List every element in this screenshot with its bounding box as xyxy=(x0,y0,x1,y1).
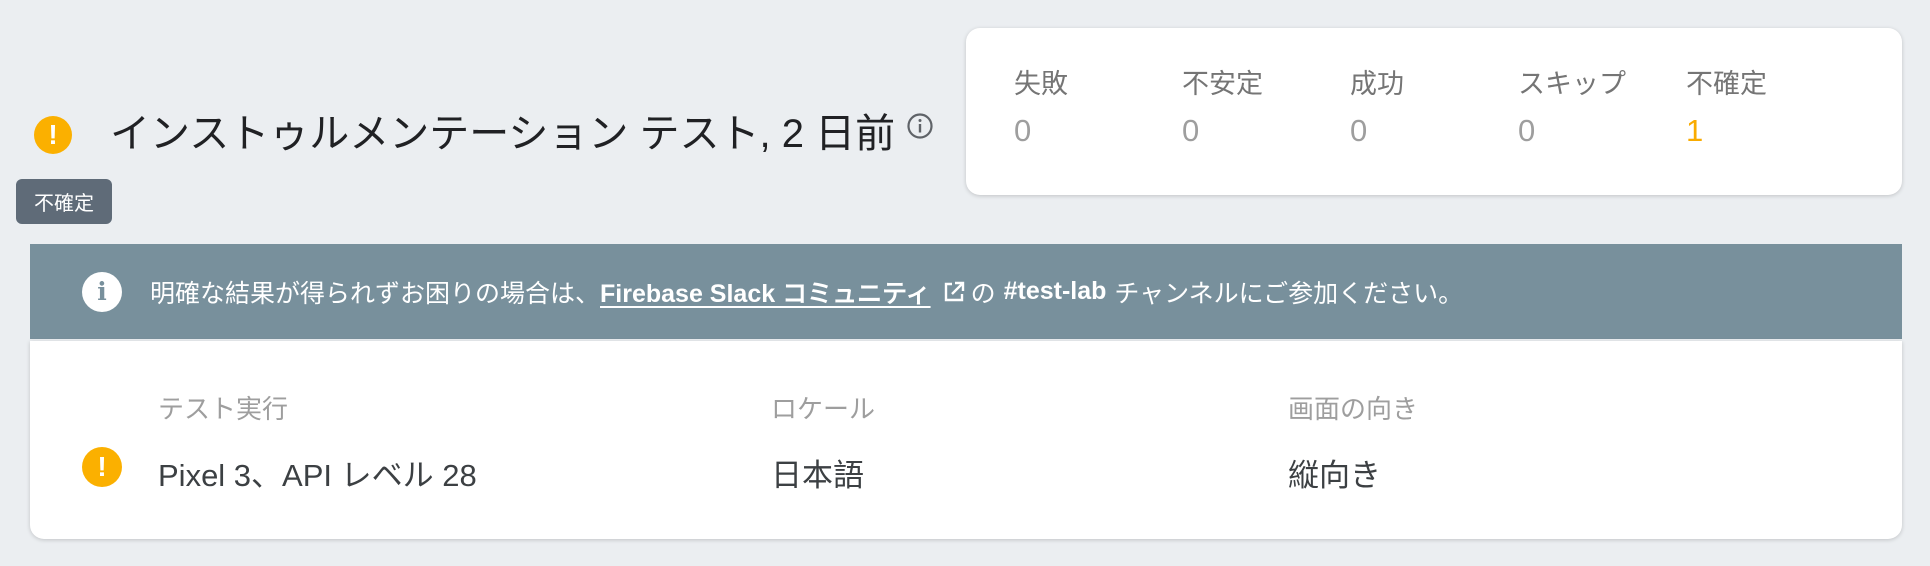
exclamation-icon: ! xyxy=(82,447,122,487)
channel-name: #test-lab xyxy=(1003,277,1107,305)
banner-text: 明確な結果が得られずお困りの場合は、 Firebase Slack コミュニティ… xyxy=(150,274,1463,310)
help-banner: i 明確な結果が得られずお困りの場合は、 Firebase Slack コミュニ… xyxy=(30,244,1902,339)
stat-label: 不確定 xyxy=(1686,69,1767,99)
page-title: インストゥルメンテーション テスト, 2 日前 xyxy=(110,112,896,156)
column-value: 日本語 xyxy=(771,458,864,493)
column-label: テスト実行 xyxy=(158,394,289,424)
stat-value: 0 xyxy=(1182,113,1200,148)
column-orientation: 画面の向き 縦向き xyxy=(1288,389,1418,495)
exclamation-icon: ! xyxy=(34,116,72,154)
stat-label: 失敗 xyxy=(1014,69,1068,99)
outcome-summary-card: 失敗 0 不安定 0 成功 0 スキップ 0 不確定 1 xyxy=(966,28,1902,195)
stat-label: スキップ xyxy=(1518,69,1626,99)
column-test-execution: テスト実行 Pixel 3、API レベル 28 xyxy=(158,389,477,495)
column-value: 縦向き xyxy=(1288,458,1381,493)
status-tooltip: 不確定 xyxy=(16,179,112,224)
stat-value: 0 xyxy=(1518,113,1536,148)
stat-passed: 成功 0 xyxy=(1350,62,1404,149)
column-locale: ロケール 日本語 xyxy=(771,389,875,495)
stat-value: 1 xyxy=(1686,113,1704,148)
column-label: 画面の向き xyxy=(1288,394,1419,424)
stat-value: 0 xyxy=(1350,113,1368,148)
stat-skipped: スキップ 0 xyxy=(1518,62,1626,149)
stat-inconclusive: 不確定 1 xyxy=(1686,62,1767,149)
banner-text-mid: の xyxy=(970,279,996,308)
stat-failed: 失敗 0 xyxy=(1014,62,1068,149)
external-link-icon[interactable] xyxy=(941,279,967,305)
stat-flaky: 不安定 0 xyxy=(1182,62,1263,149)
stat-value: 0 xyxy=(1014,113,1032,148)
column-label: ロケール xyxy=(771,394,876,424)
info-icon: i xyxy=(82,271,122,312)
test-execution-card[interactable]: ! テスト実行 Pixel 3、API レベル 28 ロケール 日本語 画面の向… xyxy=(30,341,1902,539)
column-value: Pixel 3、API レベル 28 xyxy=(158,458,477,493)
stat-label: 成功 xyxy=(1350,69,1404,99)
banner-text-after: チャンネルにご参加ください。 xyxy=(1114,279,1464,308)
info-icon[interactable] xyxy=(906,112,934,140)
stat-label: 不安定 xyxy=(1182,69,1263,99)
slack-community-link[interactable]: Firebase Slack コミュニティ xyxy=(600,274,931,310)
banner-text-before: 明確な結果が得られずお困りの場合は、 xyxy=(150,279,601,308)
